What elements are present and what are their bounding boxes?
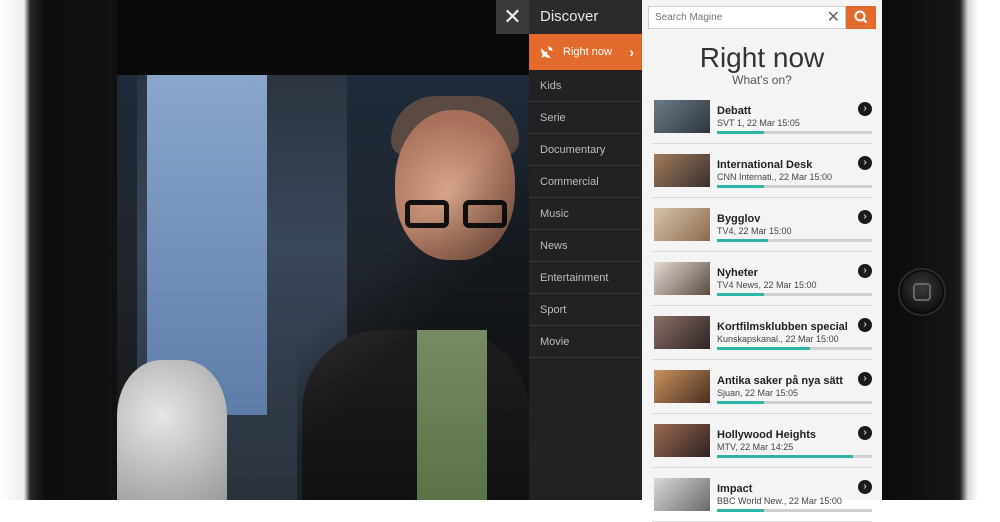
video-white-shirt (117, 360, 227, 500)
chevron-right-icon: › (629, 44, 634, 60)
search-input[interactable] (649, 7, 831, 28)
program-title: Debatt (717, 105, 752, 117)
program-thumbnail (654, 208, 710, 241)
tablet-bezel-left (0, 0, 118, 500)
program-thumbnail (654, 478, 710, 511)
program-channel-time: SVT 1, 22 Mar 15:05 (717, 118, 800, 128)
menu-item-kids[interactable]: Kids (529, 70, 642, 102)
chevron-right-icon[interactable]: › (858, 210, 872, 224)
chevron-right-icon[interactable]: › (858, 318, 872, 332)
panel-title: Right now (699, 42, 825, 73)
program-row[interactable]: Kortfilmsklubben special Kunskapskanal.,… (652, 306, 872, 360)
menu-item-serie[interactable]: Serie (529, 102, 642, 134)
chevron-right-icon[interactable]: › (858, 372, 872, 386)
program-channel-time: BBC World New., 22 Mar 15:00 (717, 496, 842, 506)
search-icon (854, 10, 868, 24)
program-progress (717, 293, 872, 296)
program-title: International Desk (717, 159, 813, 171)
close-icon[interactable]: ✕ (496, 0, 529, 34)
discover-menu: Discover Right now › Kids Serie Document… (529, 0, 642, 500)
menu-item-right-now[interactable]: Right now › (529, 34, 642, 70)
video-player[interactable] (117, 0, 529, 500)
chevron-right-icon[interactable]: › (858, 102, 872, 116)
menu-item-label: Right now (563, 46, 612, 58)
program-title: Impact (717, 483, 753, 495)
program-progress (717, 509, 872, 512)
clear-icon[interactable]: ✕ (827, 7, 840, 28)
program-channel-time: MTV, 22 Mar 14:25 (717, 442, 794, 452)
program-progress (717, 131, 872, 134)
category-list: Right now › Kids Serie Documentary Comme… (529, 34, 642, 358)
chevron-right-icon[interactable]: › (858, 156, 872, 170)
program-progress (717, 401, 872, 404)
program-row[interactable]: Nyheter TV4 News, 22 Mar 15:00 › (652, 252, 872, 306)
program-channel-time: Kunskapskanal., 22 Mar 15:00 (717, 334, 839, 344)
chevron-right-icon[interactable]: › (858, 480, 872, 494)
program-thumbnail (654, 316, 710, 349)
video-overlay-shade (297, 0, 529, 500)
chevron-right-icon[interactable]: › (858, 426, 872, 440)
menu-item-entertainment[interactable]: Entertainment (529, 262, 642, 294)
program-thumbnail (654, 370, 710, 403)
satellite-dish-icon (541, 46, 553, 58)
program-row[interactable]: Antika saker på nya sätt Sjuan, 22 Mar 1… (652, 360, 872, 414)
program-title: Hollywood Heights (717, 429, 816, 441)
menu-item-sport[interactable]: Sport (529, 294, 642, 326)
program-list: Debatt SVT 1, 22 Mar 15:05 › Internation… (642, 90, 882, 522)
menu-item-music[interactable]: Music (529, 198, 642, 230)
menu-item-news[interactable]: News (529, 230, 642, 262)
program-progress (717, 185, 872, 188)
program-progress (717, 455, 872, 458)
program-title: Bygglov (717, 213, 761, 225)
discover-title: Discover (529, 0, 642, 34)
program-channel-time: CNN Internati., 22 Mar 15:00 (717, 172, 833, 182)
program-row[interactable]: Bygglov TV4, 22 Mar 15:00 › (652, 198, 872, 252)
chevron-right-icon[interactable]: › (858, 264, 872, 278)
program-title: Antika saker på nya sätt (717, 375, 843, 387)
program-thumbnail (654, 262, 710, 295)
program-channel-time: TV4, 22 Mar 15:00 (717, 226, 792, 236)
program-row[interactable]: Debatt SVT 1, 22 Mar 15:05 › (652, 90, 872, 144)
program-channel-time: Sjuan, 22 Mar 15:05 (717, 388, 799, 398)
program-row[interactable]: Impact BBC World New., 22 Mar 15:00 › (652, 468, 872, 522)
program-thumbnail (654, 154, 710, 187)
program-thumbnail (654, 100, 710, 133)
search-button[interactable] (846, 6, 876, 29)
search-box: ✕ (648, 6, 846, 29)
program-channel-time: TV4 News, 22 Mar 15:00 (717, 280, 817, 290)
program-thumbnail (654, 424, 710, 457)
home-button[interactable] (898, 268, 946, 316)
tablet-bezel-right (882, 0, 1000, 500)
panel-subtitle: What's on? (732, 73, 792, 87)
program-progress (717, 347, 872, 350)
menu-item-movie[interactable]: Movie (529, 326, 642, 358)
program-row[interactable]: Hollywood Heights MTV, 22 Mar 14:25 › (652, 414, 872, 468)
program-progress (717, 239, 872, 242)
program-title: Nyheter (717, 267, 758, 279)
menu-item-commercial[interactable]: Commercial (529, 166, 642, 198)
program-row[interactable]: International Desk CNN Internati., 22 Ma… (652, 144, 872, 198)
right-now-panel: ✕ Right now What's on? Debatt SVT 1, 22 … (642, 0, 882, 522)
program-title: Kortfilmsklubben special (717, 321, 848, 333)
menu-item-documentary[interactable]: Documentary (529, 134, 642, 166)
